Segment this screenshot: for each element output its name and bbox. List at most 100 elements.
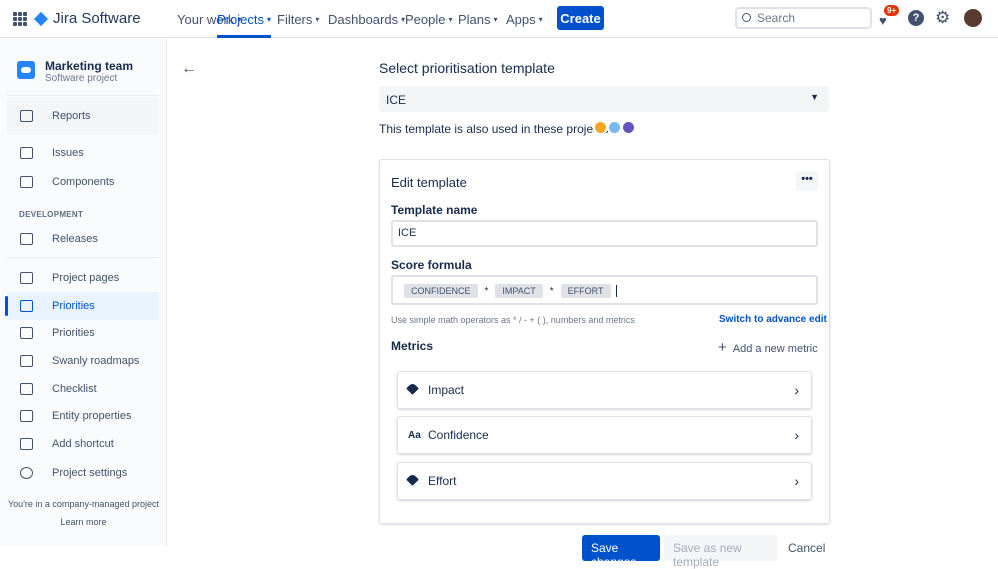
more-options-button[interactable]: ••• bbox=[796, 171, 818, 191]
priorities-icon bbox=[20, 300, 33, 312]
metric-item-impact[interactable]: Impact › bbox=[397, 371, 812, 409]
sidebar-item-priorities[interactable]: Priorities bbox=[5, 292, 159, 320]
learn-more-link[interactable]: Learn more bbox=[0, 517, 167, 527]
sidebar-item-reports[interactable]: Reports bbox=[7, 97, 159, 135]
notification-badge: 9+ bbox=[884, 5, 900, 16]
sidebar-item-add-shortcut[interactable]: Add shortcut bbox=[7, 430, 159, 458]
priorities-icon bbox=[20, 327, 33, 339]
sidebar-item-releases[interactable]: Releases bbox=[7, 225, 159, 253]
top-nav: Jira Software Your work ▾ Projects ▾ Filte… bbox=[0, 0, 998, 38]
used-in-text: This template is also used in these proj… bbox=[379, 122, 612, 136]
save-changes-button[interactable]: Save changes bbox=[582, 535, 660, 569]
project-avatar[interactable] bbox=[621, 120, 636, 135]
sidebar-item-swanly-roadmaps[interactable]: Swanly roadmaps bbox=[7, 347, 159, 375]
template-select[interactable]: ICE ▼ bbox=[379, 86, 829, 112]
nav-projects[interactable]: Projects ▾ bbox=[217, 0, 271, 38]
ship-icon bbox=[20, 233, 33, 245]
score-formula-label: Score formula bbox=[391, 258, 472, 272]
nav-plans[interactable]: Plans ▾ bbox=[458, 0, 498, 38]
sidebar-item-label: Swanly roadmaps bbox=[52, 355, 140, 367]
settings-icon[interactable]: ⚙ bbox=[935, 9, 951, 26]
advanced-edit-link[interactable]: Switch to advance edit bbox=[719, 314, 827, 325]
chevron-down-icon: ▾ bbox=[493, 14, 498, 24]
nav-dashboards[interactable]: Dashboards ▾ bbox=[328, 0, 405, 38]
save-as-new-template-button[interactable]: Save as new template bbox=[664, 535, 777, 569]
components-icon bbox=[20, 176, 33, 188]
sidebar-item-label: Priorities bbox=[52, 327, 95, 339]
app-switcher-icon[interactable] bbox=[13, 12, 27, 26]
sidebar-item-label: Priorities bbox=[52, 300, 95, 312]
notifications-icon[interactable]: ♥ 9+ bbox=[879, 5, 900, 28]
nav-label: People bbox=[405, 11, 446, 27]
nav-apps[interactable]: Apps ▾ bbox=[506, 0, 543, 38]
template-name-input[interactable]: ICE bbox=[391, 220, 818, 247]
sidebar-item-project-pages[interactable]: Project pages bbox=[7, 264, 159, 292]
sidebar-item-components[interactable]: Components bbox=[7, 168, 159, 196]
sidebar-item-issues[interactable]: Issues bbox=[7, 139, 159, 167]
nav-label: Dashboards bbox=[328, 11, 399, 27]
sidebar-item-entity-properties[interactable]: Entity properties bbox=[7, 402, 159, 430]
chevron-down-icon: ▾ bbox=[448, 14, 453, 24]
chevron-down-icon: ▾ bbox=[315, 14, 320, 24]
search-placeholder: Search bbox=[757, 11, 796, 25]
sidebar-item-project-settings[interactable]: Project settings bbox=[7, 459, 159, 487]
text-cursor bbox=[615, 285, 620, 297]
add-shortcut-icon bbox=[20, 438, 33, 450]
sidebar-item-label: Releases bbox=[52, 233, 98, 245]
checkbox-icon bbox=[20, 383, 33, 395]
tag-icon bbox=[398, 382, 428, 396]
chevron-right-icon: › bbox=[794, 427, 799, 443]
template-name-label: Template name bbox=[391, 203, 478, 217]
metric-name: Impact bbox=[428, 383, 465, 397]
nav-label: Filters bbox=[277, 11, 313, 27]
page-icon bbox=[20, 272, 33, 284]
chevron-right-icon: › bbox=[794, 473, 799, 489]
back-arrow-icon[interactable]: ← bbox=[181, 60, 197, 78]
avatar[interactable] bbox=[964, 9, 982, 27]
page-title: Select prioritisation template bbox=[379, 60, 555, 76]
sidebar-item-label: Project pages bbox=[52, 272, 120, 284]
chart-icon bbox=[20, 110, 33, 122]
sidebar-item-label: Checklist bbox=[52, 383, 97, 395]
sidebar-item-priorities-2[interactable]: Priorities bbox=[7, 319, 159, 347]
metric-name: Confidence bbox=[428, 428, 489, 442]
operator: * bbox=[549, 286, 554, 297]
divider bbox=[7, 95, 159, 96]
add-metric-button[interactable]: + Add a new metric bbox=[718, 339, 818, 356]
gear-icon bbox=[20, 467, 33, 479]
project-avatar[interactable] bbox=[607, 120, 622, 135]
nav-filters[interactable]: Filters ▾ bbox=[277, 0, 319, 38]
metric-item-effort[interactable]: Effort › bbox=[397, 462, 812, 500]
nav-people[interactable]: People ▾ bbox=[405, 0, 453, 38]
tag-icon bbox=[398, 473, 428, 487]
nav-label: Projects bbox=[217, 11, 264, 27]
create-button[interactable]: Create bbox=[557, 6, 604, 30]
chevron-down-icon: ▾ bbox=[266, 14, 271, 24]
project-type-note: You're in a company-managed project bbox=[8, 499, 159, 509]
jira-logo[interactable]: Jira Software bbox=[33, 10, 141, 27]
nav-label: Apps bbox=[506, 11, 536, 27]
help-icon[interactable]: ? bbox=[908, 10, 924, 26]
add-metric-label: Add a new metric bbox=[732, 343, 818, 355]
entity-icon bbox=[20, 410, 33, 422]
section-heading: DEVELOPMENT bbox=[19, 210, 84, 219]
chevron-right-icon: › bbox=[794, 382, 799, 398]
sidebar-item-label: Issues bbox=[52, 147, 84, 159]
project-avatar-icon bbox=[17, 61, 35, 79]
sidebar-item-label: Add shortcut bbox=[52, 438, 114, 450]
sidebar-item-checklist[interactable]: Checklist bbox=[7, 375, 159, 403]
edit-template-card: Edit template ••• Template name ICE Scor… bbox=[379, 159, 830, 524]
sidebar-item-label: Reports bbox=[52, 110, 91, 122]
jira-diamond-icon bbox=[33, 11, 49, 26]
score-formula-input[interactable]: CONFIDENCE * IMPACT * EFFORT bbox=[391, 275, 818, 305]
card-title: Edit template bbox=[391, 175, 467, 190]
selected-template: ICE bbox=[386, 93, 407, 107]
swan-icon bbox=[20, 355, 33, 367]
project-type: Software project bbox=[45, 73, 118, 84]
chevron-down-icon: ▾ bbox=[538, 14, 543, 24]
project-name: Marketing team bbox=[45, 59, 134, 73]
search-input[interactable]: Search bbox=[735, 7, 872, 29]
project-avatar[interactable] bbox=[593, 120, 608, 135]
cancel-button[interactable]: Cancel bbox=[779, 535, 834, 561]
metric-item-confidence[interactable]: Aa Confidence › bbox=[397, 416, 812, 454]
